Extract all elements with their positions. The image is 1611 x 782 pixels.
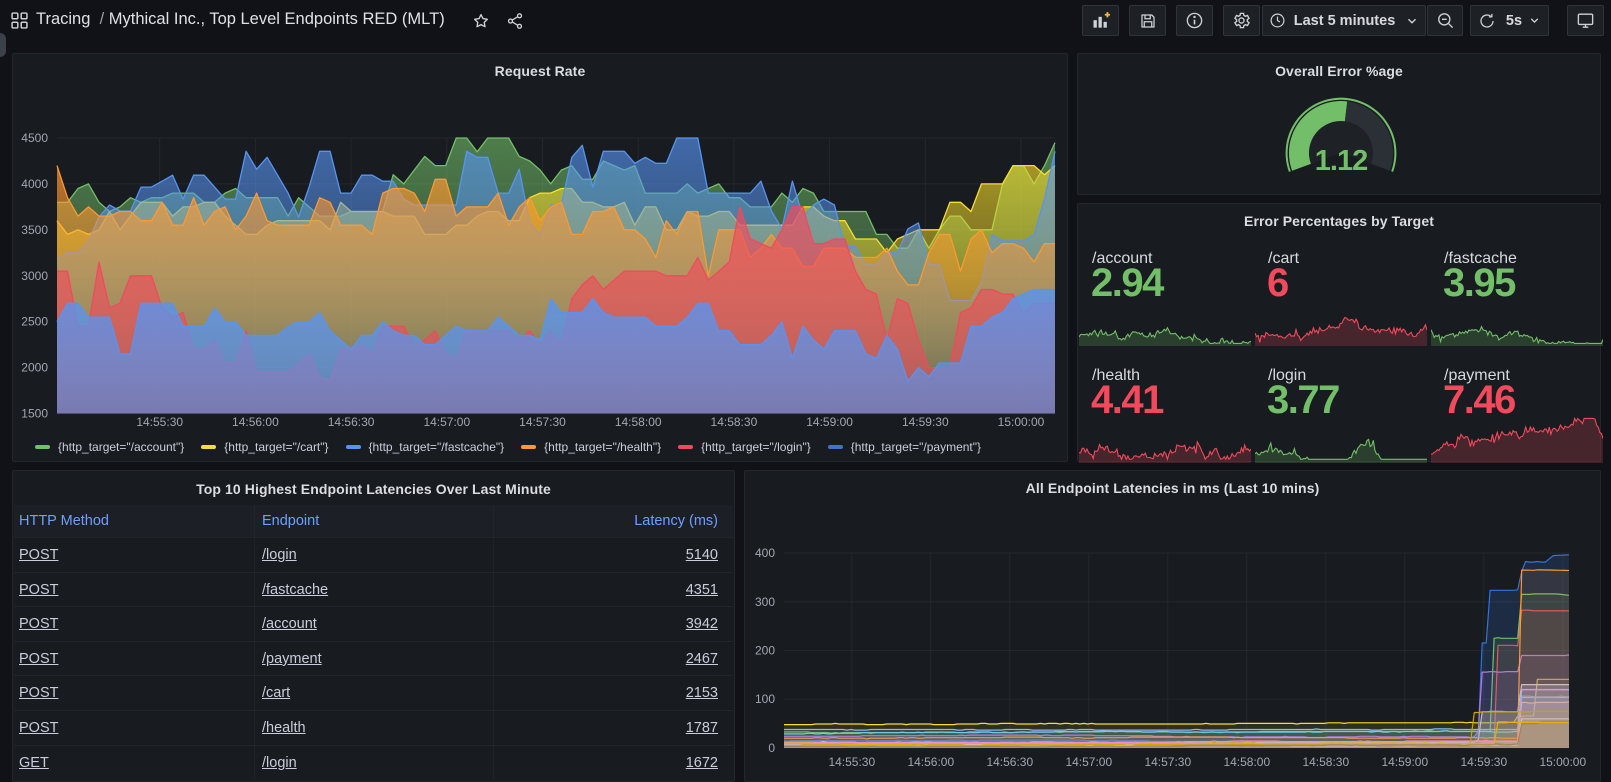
svg-text:14:56:00: 14:56:00 <box>907 755 954 769</box>
svg-text:14:58:30: 14:58:30 <box>1302 755 1349 769</box>
svg-text:14:58:00: 14:58:00 <box>615 415 662 429</box>
svg-text:14:59:00: 14:59:00 <box>1381 755 1428 769</box>
svg-text:14:57:30: 14:57:30 <box>1144 755 1191 769</box>
svg-text:400: 400 <box>755 546 775 560</box>
svg-text:14:56:00: 14:56:00 <box>232 415 279 429</box>
svg-text:0: 0 <box>768 741 775 755</box>
svg-text:14:55:30: 14:55:30 <box>828 755 875 769</box>
svg-text:14:57:00: 14:57:00 <box>1065 755 1112 769</box>
svg-text:14:55:30: 14:55:30 <box>136 415 183 429</box>
svg-text:300: 300 <box>755 595 775 609</box>
svg-text:200: 200 <box>755 644 775 658</box>
svg-text:100: 100 <box>755 692 775 706</box>
svg-text:14:56:30: 14:56:30 <box>986 755 1033 769</box>
svg-text:15:00:00: 15:00:00 <box>998 415 1045 429</box>
svg-text:3000: 3000 <box>21 269 48 283</box>
svg-text:14:56:30: 14:56:30 <box>328 415 375 429</box>
svg-text:3500: 3500 <box>21 223 48 237</box>
svg-text:1500: 1500 <box>21 407 48 421</box>
svg-text:14:57:00: 14:57:00 <box>423 415 470 429</box>
svg-text:2000: 2000 <box>21 361 48 375</box>
svg-text:14:59:30: 14:59:30 <box>902 415 949 429</box>
svg-text:2500: 2500 <box>21 315 48 329</box>
svg-text:14:57:30: 14:57:30 <box>519 415 566 429</box>
svg-text:14:59:30: 14:59:30 <box>1460 755 1507 769</box>
svg-text:14:58:00: 14:58:00 <box>1223 755 1270 769</box>
svg-text:14:59:00: 14:59:00 <box>806 415 853 429</box>
svg-text:14:58:30: 14:58:30 <box>711 415 758 429</box>
svg-text:4500: 4500 <box>21 131 48 145</box>
svg-text:15:00:00: 15:00:00 <box>1539 755 1586 769</box>
svg-text:1.12: 1.12 <box>1315 145 1367 177</box>
svg-text:4000: 4000 <box>21 177 48 191</box>
